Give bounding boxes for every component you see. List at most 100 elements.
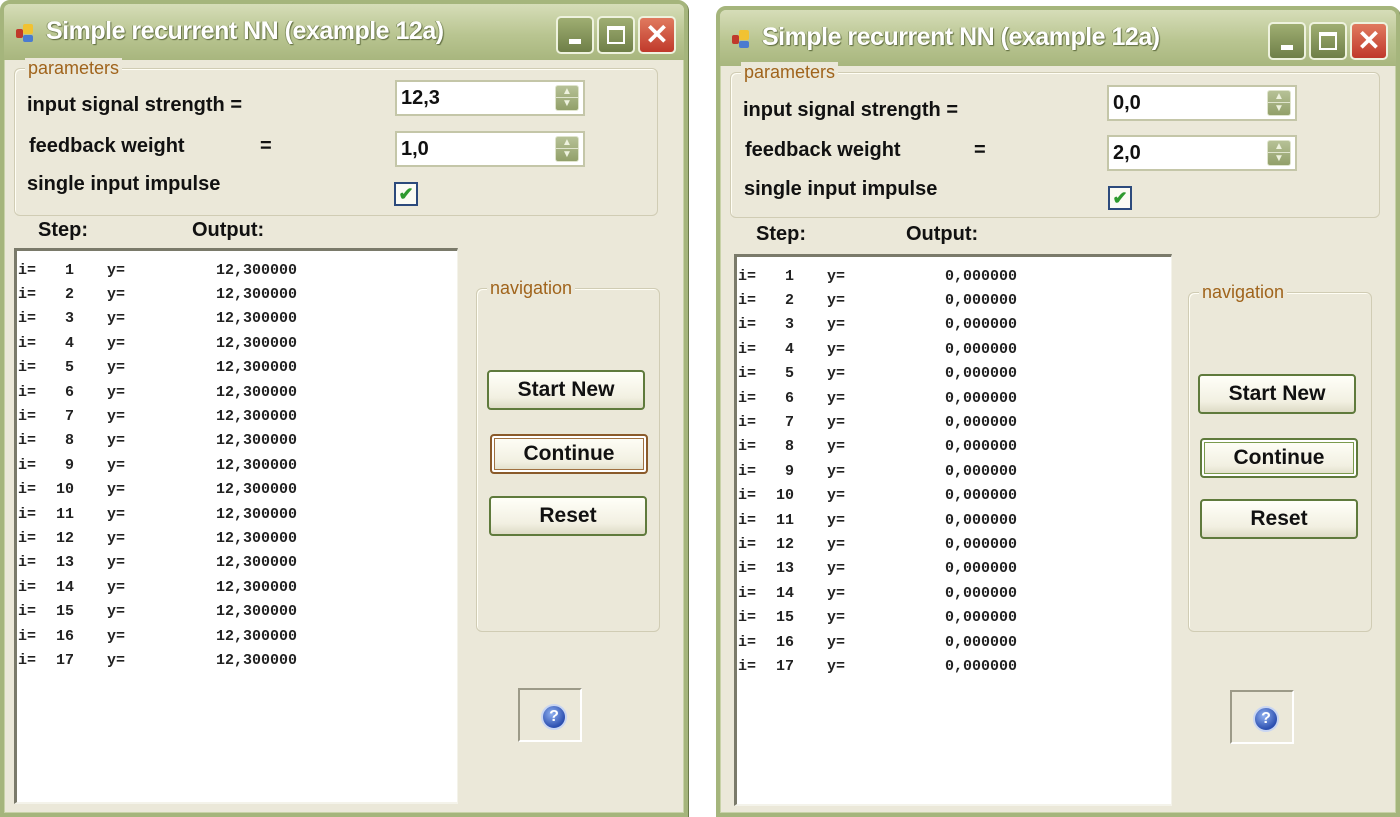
output-value: 12,300000 — [215, 261, 297, 279]
help-button[interactable]: ? — [1230, 690, 1294, 744]
reset-button[interactable]: Reset — [489, 496, 647, 536]
continue-button[interactable]: Continue — [490, 434, 648, 474]
list-item[interactable]: i= 16 y= 0,000000 — [737, 630, 1171, 654]
single-impulse-checkbox[interactable]: ✔ — [1108, 186, 1132, 210]
reset-button[interactable]: Reset — [1200, 499, 1358, 539]
list-item[interactable]: i= 4 y= 0,000000 — [737, 337, 1171, 361]
list-item[interactable]: i= 12 y= 12,300000 — [17, 526, 457, 550]
step-prefix: i= — [18, 505, 37, 523]
list-item[interactable]: i= 9 y= 0,000000 — [737, 459, 1171, 483]
spinner-arrows[interactable]: ▲ ▼ — [1267, 90, 1291, 116]
list-item[interactable]: i= 14 y= 0,000000 — [737, 581, 1171, 605]
step-number: 11 — [55, 505, 74, 523]
input-signal-value[interactable]: 0,0 — [1113, 92, 1141, 115]
step-prefix: i= — [18, 554, 37, 572]
help-button[interactable]: ? — [518, 688, 582, 742]
list-item[interactable]: i= 14 y= 12,300000 — [17, 575, 457, 599]
input-signal-spinner[interactable]: 0,0 ▲ ▼ — [1107, 85, 1297, 121]
output-listbox[interactable]: i= 1 y= 12,300000 i= 2 y= 12,300000 i= 3 y= 12,3000… — [14, 248, 458, 804]
output-prefix: y= — [827, 389, 846, 407]
list-item[interactable]: i= 17 y= 12,300000 — [17, 648, 457, 672]
list-item[interactable]: i= 7 y= 12,300000 — [17, 404, 457, 428]
spin-up-icon[interactable]: ▲ — [556, 137, 578, 149]
feedback-weight-value[interactable]: 1,0 — [401, 138, 429, 161]
list-item[interactable]: i= 3 y= 12,300000 — [17, 307, 457, 331]
list-item[interactable]: i= 5 y= 0,000000 — [737, 362, 1171, 386]
list-item[interactable]: i= 10 y= 0,000000 — [737, 484, 1171, 508]
list-item[interactable]: i= 1 y= 12,300000 — [17, 258, 457, 282]
step-prefix: i= — [738, 633, 757, 651]
spinner-arrows[interactable]: ▲ ▼ — [555, 85, 579, 111]
step-prefix: i= — [18, 286, 37, 304]
list-item[interactable]: i= 5 y= 12,300000 — [17, 356, 457, 380]
list-item[interactable]: i= 12 y= 0,000000 — [737, 532, 1171, 556]
step-prefix: i= — [738, 365, 757, 383]
app-icon — [16, 24, 38, 44]
list-item[interactable]: i= 15 y= 0,000000 — [737, 605, 1171, 629]
minimize-button[interactable] — [1268, 22, 1306, 60]
spinner-arrows[interactable]: ▲ ▼ — [1267, 140, 1291, 166]
list-item[interactable]: i= 16 y= 12,300000 — [17, 624, 457, 648]
list-item[interactable]: i= 2 y= 12,300000 — [17, 282, 457, 306]
input-signal-spinner[interactable]: 12,3 ▲ ▼ — [395, 80, 585, 116]
list-item[interactable]: i= 2 y= 0,000000 — [737, 288, 1171, 312]
list-item[interactable]: i= 1 y= 0,000000 — [737, 264, 1171, 288]
step-number: 6 — [784, 389, 794, 407]
step-number: 13 — [775, 560, 794, 578]
close-button[interactable]: ✕ — [1350, 22, 1388, 60]
single-impulse-checkbox[interactable]: ✔ — [394, 182, 418, 206]
list-item[interactable]: i= 4 y= 12,300000 — [17, 331, 457, 355]
list-item[interactable]: i= 9 y= 12,300000 — [17, 453, 457, 477]
input-signal-value[interactable]: 12,3 — [401, 87, 440, 110]
list-item[interactable]: i= 6 y= 0,000000 — [737, 386, 1171, 410]
continue-button[interactable]: Continue — [1200, 438, 1358, 478]
maximize-button[interactable] — [1309, 22, 1347, 60]
step-number: 16 — [55, 627, 74, 645]
list-item[interactable]: i= 11 y= 0,000000 — [737, 508, 1171, 532]
output-listbox[interactable]: i= 1 y= 0,000000 i= 2 y= 0,000000 i= 3 y= 0,000000 i… — [734, 254, 1172, 806]
step-prefix: i= — [738, 462, 757, 480]
start-new-button[interactable]: Start New — [1198, 374, 1356, 414]
output-value: 0,000000 — [944, 316, 1017, 334]
step-number: 7 — [784, 414, 794, 432]
list-item[interactable]: i= 3 y= 0,000000 — [737, 313, 1171, 337]
title-bar[interactable]: Simple recurrent NN (example 12a) ✕ — [4, 4, 684, 60]
feedback-weight-spinner[interactable]: 2,0 ▲ ▼ — [1107, 135, 1297, 171]
feedback-weight-value[interactable]: 2,0 — [1113, 142, 1141, 165]
title-bar[interactable]: Simple recurrent NN (example 12a) ✕ — [720, 10, 1396, 66]
list-item[interactable]: i= 13 y= 0,000000 — [737, 557, 1171, 581]
list-item[interactable]: i= 10 y= 12,300000 — [17, 478, 457, 502]
spin-down-icon[interactable]: ▼ — [1268, 103, 1290, 115]
spin-down-icon[interactable]: ▼ — [1268, 153, 1290, 165]
spin-up-icon[interactable]: ▲ — [1268, 91, 1290, 103]
step-number: 17 — [775, 657, 794, 675]
navigation-legend: navigation — [1199, 282, 1288, 303]
step-number: 14 — [55, 578, 74, 596]
maximize-button[interactable] — [597, 16, 635, 54]
output-prefix: y= — [827, 487, 846, 505]
list-item[interactable]: i= 15 y= 12,300000 — [17, 599, 457, 623]
spin-up-icon[interactable]: ▲ — [556, 86, 578, 98]
spinner-arrows[interactable]: ▲ ▼ — [555, 136, 579, 162]
input-signal-label: input signal strength = — [743, 99, 959, 121]
output-value: 12,300000 — [215, 578, 297, 596]
list-item[interactable]: i= 7 y= 0,000000 — [737, 410, 1171, 434]
list-item[interactable]: i= 13 y= 12,300000 — [17, 551, 457, 575]
output-value: 0,000000 — [944, 511, 1017, 529]
spin-down-icon[interactable]: ▼ — [556, 98, 578, 110]
list-item[interactable]: i= 11 y= 12,300000 — [17, 502, 457, 526]
spin-down-icon[interactable]: ▼ — [556, 149, 578, 161]
list-item[interactable]: i= 8 y= 0,000000 — [737, 435, 1171, 459]
feedback-weight-spinner[interactable]: 1,0 ▲ ▼ — [395, 131, 585, 167]
list-item[interactable]: i= 8 y= 12,300000 — [17, 429, 457, 453]
step-number: 12 — [55, 529, 74, 547]
start-new-button[interactable]: Start New — [487, 370, 645, 410]
list-item[interactable]: i= 17 y= 0,000000 — [737, 654, 1171, 678]
step-prefix: i= — [738, 316, 757, 334]
close-icon: ✕ — [645, 19, 669, 50]
spin-up-icon[interactable]: ▲ — [1268, 141, 1290, 153]
step-prefix: i= — [18, 481, 37, 499]
list-item[interactable]: i= 6 y= 12,300000 — [17, 380, 457, 404]
minimize-button[interactable] — [556, 16, 594, 54]
close-button[interactable]: ✕ — [638, 16, 676, 54]
